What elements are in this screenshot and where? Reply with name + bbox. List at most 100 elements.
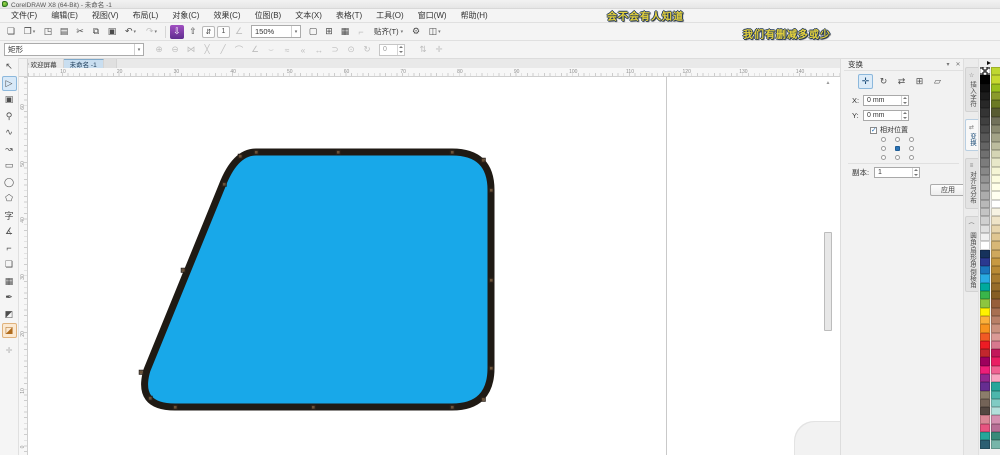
menu-item[interactable]: 位图(B): [248, 9, 289, 22]
show-grid-button[interactable]: ▦▾: [338, 25, 352, 39]
anchor-point-radio[interactable]: [908, 137, 914, 142]
show-rulers-button[interactable]: ⊞▾: [322, 25, 336, 39]
color-swatch[interactable]: [980, 67, 990, 76]
anchor-point-radio[interactable]: [894, 146, 900, 151]
transform-skew-tab[interactable]: ▱: [930, 74, 945, 89]
color-swatch[interactable]: [980, 282, 990, 292]
color-swatch[interactable]: [991, 232, 1000, 242]
freehand-tool[interactable]: ∿: [2, 125, 17, 140]
color-swatch[interactable]: [991, 274, 1000, 283]
horizontal-ruler[interactable]: 10 20 30 40 50 60 70 80 90 100 110 120 130 140: [28, 68, 840, 77]
tab-untitled-document[interactable]: 未命名 -1: [63, 59, 104, 69]
color-swatch[interactable]: [980, 266, 990, 275]
transparency-tool[interactable]: ▦: [2, 274, 17, 289]
color-swatch[interactable]: [991, 382, 1000, 391]
zoom-combo-dropdown-icon[interactable]: ▾: [291, 26, 300, 37]
cut-button[interactable]: ✂▾: [73, 25, 87, 39]
color-swatch[interactable]: [980, 141, 990, 150]
color-swatch[interactable]: [991, 307, 1000, 316]
color-swatch[interactable]: [991, 224, 1000, 233]
color-swatch[interactable]: [991, 125, 1000, 134]
color-swatch[interactable]: [991, 332, 1000, 341]
color-swatch[interactable]: [980, 91, 990, 101]
color-swatch[interactable]: [980, 183, 990, 192]
color-swatch[interactable]: [980, 373, 990, 383]
application-launcher-button[interactable]: ◫ ▾: [425, 25, 444, 39]
node-edit-button[interactable]: ⋈: [185, 43, 197, 56]
color-swatch[interactable]: [980, 382, 990, 391]
x-input[interactable]: 0 mm: [863, 95, 909, 106]
color-swatch[interactable]: [991, 415, 1000, 424]
curve-node-handle[interactable]: [138, 369, 144, 375]
anchor-point-radio[interactable]: [894, 155, 900, 160]
menu-item[interactable]: 布局(L): [126, 9, 166, 22]
node-edit-button[interactable]: ⌣: [265, 43, 277, 56]
rotation-angle-spinbox[interactable]: 0: [379, 43, 405, 56]
ruler-origin-corner[interactable]: [19, 59, 28, 77]
color-swatch[interactable]: [991, 373, 1000, 383]
color-swatch[interactable]: [991, 365, 1000, 374]
color-swatch[interactable]: [991, 91, 1000, 101]
color-swatch[interactable]: [980, 241, 990, 250]
color-swatch[interactable]: [980, 315, 990, 325]
color-swatch[interactable]: [980, 108, 990, 117]
color-swatch[interactable]: [991, 340, 1000, 350]
color-swatch[interactable]: [991, 357, 1000, 366]
menu-item[interactable]: 文本(X): [288, 9, 329, 22]
open-button[interactable]: ❐ ▾: [20, 25, 39, 39]
color-swatch[interactable]: [991, 282, 1000, 292]
polygon-tool[interactable]: ⬠: [2, 191, 17, 206]
anchor-point-radio[interactable]: [880, 137, 886, 142]
node-edit-button[interactable]: ╳: [201, 43, 213, 56]
color-swatch[interactable]: [980, 415, 990, 424]
color-swatch[interactable]: [980, 158, 990, 167]
color-swatch[interactable]: [980, 149, 990, 159]
curve-node-handle[interactable]: [221, 181, 227, 187]
curve-node-handle[interactable]: [488, 187, 494, 193]
color-swatch[interactable]: [991, 149, 1000, 159]
color-swatch[interactable]: [980, 390, 990, 399]
palette-flyout-icon[interactable]: [987, 61, 991, 65]
relative-position-checkbox[interactable]: [870, 126, 877, 134]
node-edit-button[interactable]: ⊖: [169, 43, 181, 56]
node-edit-button[interactable]: ✛: [433, 43, 445, 56]
full-screen-preview-button[interactable]: ▢▾: [306, 25, 320, 39]
color-swatch[interactable]: [991, 83, 1000, 92]
color-swatch[interactable]: [980, 208, 990, 217]
anchor-point-radio[interactable]: [880, 146, 886, 151]
color-swatch[interactable]: [980, 249, 990, 258]
node-edit-button[interactable]: ≈: [281, 43, 293, 56]
menu-item[interactable]: 对象(C): [165, 9, 206, 22]
color-swatch[interactable]: [980, 291, 990, 300]
color-swatch[interactable]: [991, 133, 1000, 142]
color-swatch[interactable]: [980, 232, 990, 242]
zoom-tool[interactable]: ⚲: [2, 109, 17, 124]
color-swatch[interactable]: [980, 299, 990, 308]
color-swatch[interactable]: [991, 398, 1000, 408]
docker-tab-align-distribute[interactable]: ≡ 对齐与分布: [964, 158, 978, 209]
copy-button[interactable]: ⧉▾: [89, 25, 103, 39]
export-button[interactable]: ⇧▾: [186, 25, 200, 39]
color-swatch[interactable]: [991, 108, 1000, 117]
curve-node-handle[interactable]: [488, 277, 494, 283]
interactive-fill-tool[interactable]: ◩: [2, 307, 17, 322]
color-swatch[interactable]: [991, 199, 1000, 209]
curve-node-handle[interactable]: [253, 149, 259, 155]
single-page-view-button[interactable]: 1▾: [217, 25, 230, 38]
preset-combo-dropdown-icon[interactable]: ▾: [134, 44, 143, 55]
color-swatch[interactable]: [980, 324, 990, 333]
anchor-point-radio[interactable]: [908, 146, 914, 151]
node-edit-button[interactable]: «: [297, 43, 309, 56]
drop-shadow-tool[interactable]: ❏: [2, 257, 17, 272]
shape-preset-combo[interactable]: 矩形 ▾: [4, 43, 144, 56]
spinner-buttons[interactable]: [397, 44, 404, 55]
vertical-scrollbar-thumb[interactable]: [824, 232, 832, 331]
color-swatch[interactable]: [980, 349, 990, 358]
connector-tool[interactable]: ⌐: [2, 241, 17, 256]
color-swatch[interactable]: [980, 357, 990, 366]
zoom-level-combo[interactable]: 150% ▾: [251, 25, 301, 38]
docker-tab-insert-character[interactable]: ☆ 插入字符: [964, 67, 978, 112]
color-swatch[interactable]: [980, 75, 990, 84]
anchor-point-radio[interactable]: [908, 155, 914, 160]
color-swatch[interactable]: [980, 116, 990, 126]
